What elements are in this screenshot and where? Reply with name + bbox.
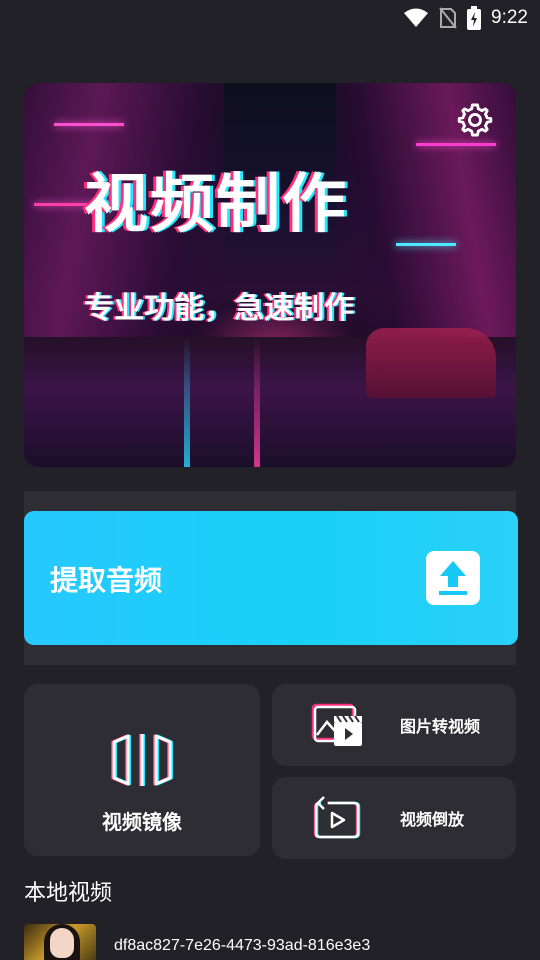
hero-title: 视频制作 (84, 168, 348, 242)
local-videos-title: 本地视频 (24, 881, 113, 906)
video-mirror-card[interactable]: 视频镜像 (24, 684, 260, 856)
neon-strip (396, 243, 456, 246)
thumbnail-face (50, 928, 74, 958)
upload-icon (426, 551, 480, 605)
video-thumbnail (24, 924, 96, 960)
neon-strip (416, 143, 496, 146)
neon-strip (54, 123, 124, 126)
mirror-icon (111, 734, 173, 786)
road-stripe (184, 337, 190, 467)
video-mirror-label: 视频镜像 (102, 810, 182, 834)
video-filename: df8ac827-7e26-4473-93ad-816e3e3 (114, 937, 371, 954)
road-stripe (254, 337, 260, 467)
local-video-item[interactable]: df8ac827-7e26-4473-93ad-816e3e3 (24, 924, 540, 960)
status-icons: 9:22 (403, 6, 528, 30)
hero-banner: 视频制作 专业功能，急速制作 (24, 83, 516, 467)
wifi-icon (404, 8, 429, 27)
video-reverse-card[interactable]: 视频倒放 (272, 777, 516, 859)
status-bar: 9:22 (0, 0, 540, 36)
extract-audio-button[interactable]: 提取音频 (24, 511, 518, 645)
video-reverse-label: 视频倒放 (400, 810, 465, 829)
gear-icon[interactable] (456, 101, 494, 139)
image-clapper-icon (311, 703, 362, 746)
reverse-play-icon (313, 796, 361, 839)
status-time: 9:22 (491, 7, 528, 28)
image-to-video-label: 图片转视频 (400, 717, 481, 736)
hero-car (366, 328, 496, 398)
image-to-video-card[interactable]: 图片转视频 (272, 684, 516, 766)
battery-charging-icon (467, 6, 482, 30)
extract-audio-label: 提取音频 (50, 564, 163, 597)
no-sim-icon (439, 7, 457, 29)
hero-subtitle: 专业功能，急速制作 (84, 291, 354, 326)
